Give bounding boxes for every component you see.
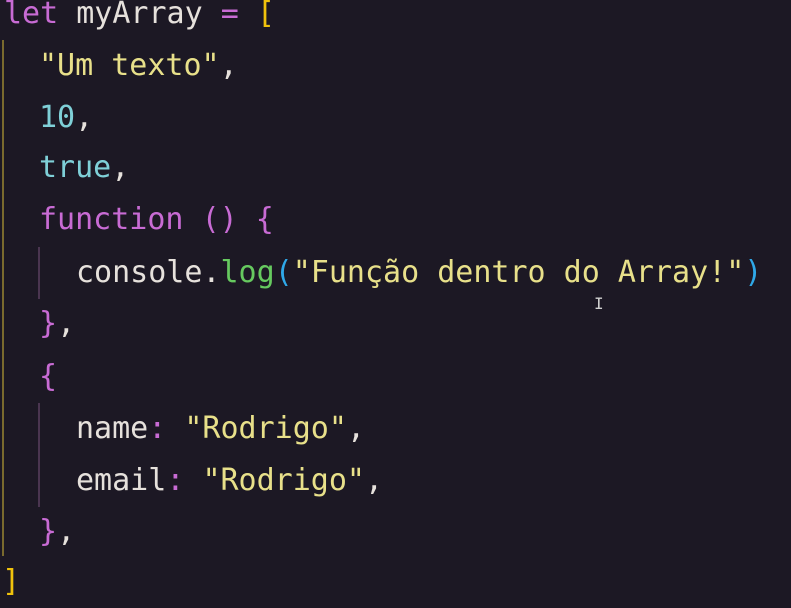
string-um-texto: "Um texto" <box>39 48 220 83</box>
code-line-5[interactable]: function () { <box>39 194 274 246</box>
code-line-11[interactable]: }, <box>39 506 75 558</box>
code-line-6[interactable]: console.log("Função dentro do Array!") <box>76 247 762 299</box>
code-line-1[interactable]: let myArray = [ <box>4 0 275 40</box>
comma: , <box>75 100 94 135</box>
property-name: name <box>76 411 149 446</box>
code-line-3[interactable]: 10, <box>39 92 93 144</box>
comma: , <box>219 48 238 83</box>
bracket-close: ] <box>2 564 21 599</box>
colon: : <box>166 463 185 498</box>
comma: , <box>365 463 384 498</box>
indent-guide-object-body <box>38 403 40 507</box>
code-line-9[interactable]: name: "Rodrigo", <box>76 403 365 455</box>
bracket-open: [ <box>256 0 275 31</box>
comma: , <box>346 411 365 446</box>
comma: , <box>57 306 76 341</box>
paren-open: ( <box>274 255 293 290</box>
colon: : <box>148 411 167 446</box>
code-editor[interactable]: let myArray = [ "Um texto", 10, true, fu… <box>0 0 791 608</box>
identifier-console: console. <box>76 255 221 290</box>
comma: , <box>111 150 130 185</box>
keyword-let: let <box>4 0 59 31</box>
code-line-10[interactable]: email: "Rodrigo", <box>76 455 383 507</box>
brace-open: { <box>39 359 58 394</box>
paren-close: ) <box>744 255 763 290</box>
code-line-4[interactable]: true, <box>39 142 129 194</box>
property-email: email <box>76 463 167 498</box>
comma: , <box>57 514 76 549</box>
text-cursor-icon: I <box>594 294 604 313</box>
code-line-8[interactable]: { <box>39 351 57 403</box>
code-line-12[interactable]: ] <box>2 556 20 608</box>
identifier-myarray: myArray <box>58 0 221 31</box>
brace-close: } <box>39 306 58 341</box>
boolean-true: true <box>39 150 112 185</box>
method-log: log <box>220 255 275 290</box>
string-funcao: "Função dentro do Array!" <box>292 255 745 290</box>
brace-close: } <box>39 514 58 549</box>
number-10: 10 <box>39 100 76 135</box>
string-rodrigo: "Rodrigo" <box>184 411 347 446</box>
code-line-7[interactable]: }, <box>39 298 75 350</box>
code-line-2[interactable]: "Um texto", <box>39 40 238 92</box>
indent-guide-function-body <box>38 247 40 299</box>
operator-assign: = <box>220 0 239 31</box>
keyword-function: function <box>39 202 184 237</box>
brace-open: { <box>255 202 274 237</box>
parens: () <box>201 202 238 237</box>
string-rodrigo: "Rodrigo" <box>202 463 365 498</box>
indent-guide-outer <box>2 40 4 556</box>
